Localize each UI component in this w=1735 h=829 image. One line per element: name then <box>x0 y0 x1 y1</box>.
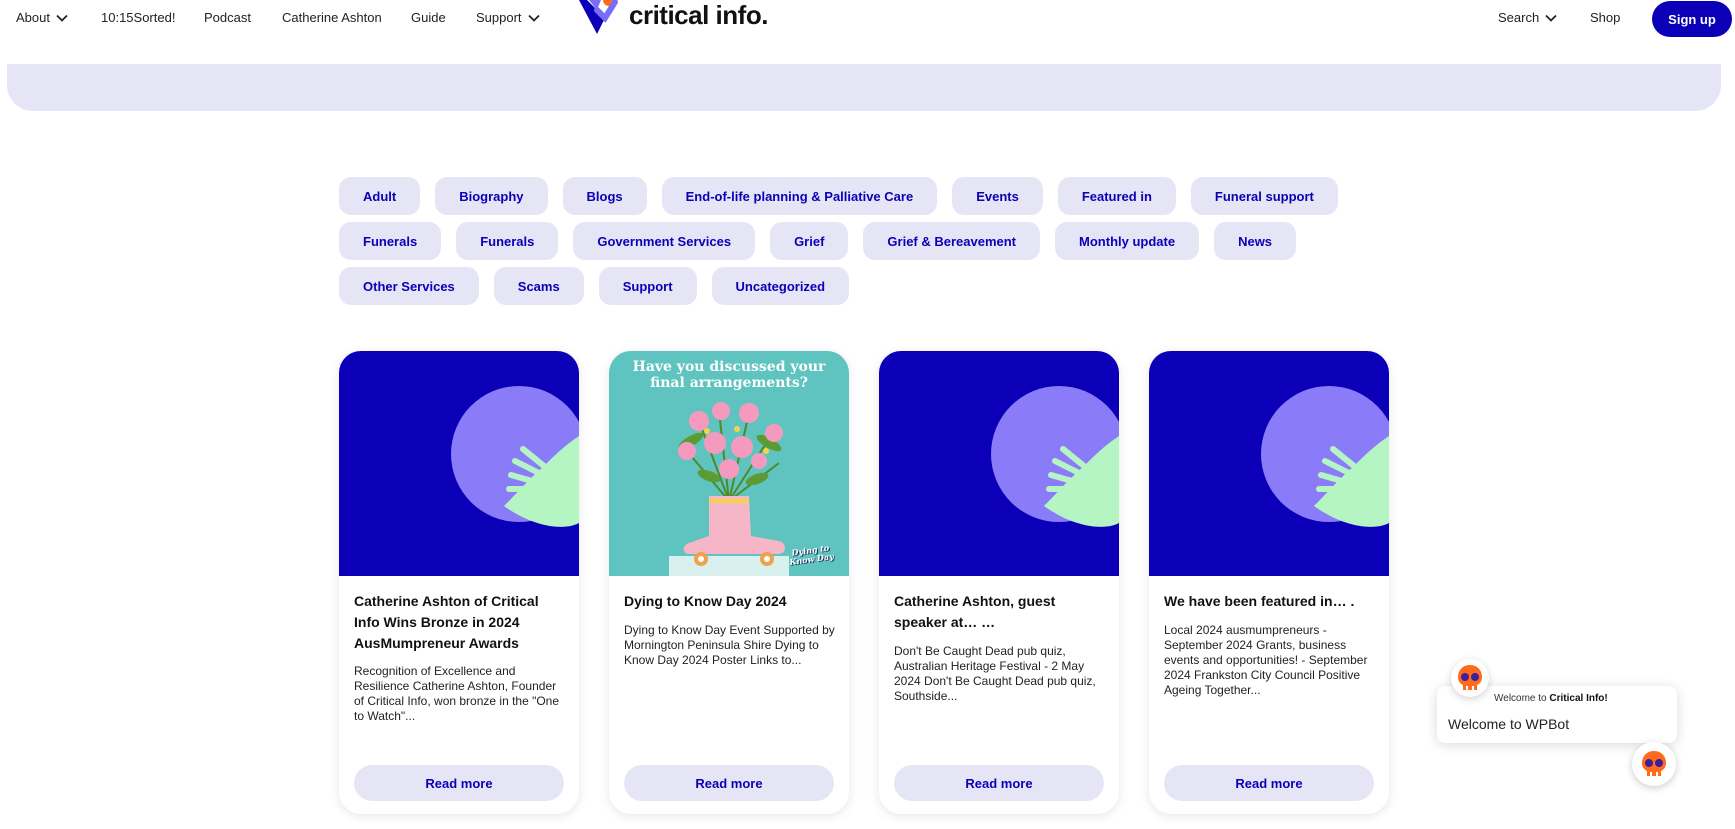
post-title[interactable]: Catherine Ashton, guest speaker at… … <box>894 591 1106 633</box>
category-chip-end-of-life[interactable]: End-of-life planning & Palliative Care <box>661 177 938 215</box>
category-chip-events[interactable]: Events <box>952 177 1043 215</box>
nav-search-label: Search <box>1498 10 1540 25</box>
category-chip-scams[interactable]: Scams <box>493 267 584 305</box>
nav-support[interactable]: Support <box>476 10 540 25</box>
skull-bot-icon <box>1458 665 1482 690</box>
nav-sorted[interactable]: 10:15Sorted! <box>101 10 175 25</box>
post-thumbnail[interactable] <box>879 351 1119 576</box>
post-card[interactable]: Catherine Ashton, guest speaker at… … Do… <box>879 351 1119 814</box>
read-more-button[interactable]: Read more <box>354 765 564 801</box>
category-chip-funerals[interactable]: Funerals <box>339 222 442 260</box>
read-more-button[interactable]: Read more <box>1164 765 1374 801</box>
logo-mark-icon <box>579 0 618 34</box>
chat-launcher-button[interactable] <box>1632 742 1676 786</box>
post-thumbnail[interactable]: Have you discussed your final arrangemen… <box>609 351 849 576</box>
category-chip-funerals-2[interactable]: Funerals <box>456 222 559 260</box>
chat-welcome-header: Welcome to Critical Info! <box>1494 693 1608 704</box>
nav-search[interactable]: Search <box>1498 10 1557 25</box>
post-card[interactable]: Catherine Ashton of Critical Info Wins B… <box>339 351 579 814</box>
read-more-button[interactable]: Read more <box>894 765 1104 801</box>
chat-welcome-brand: Critical Info! <box>1549 693 1608 704</box>
post-title[interactable]: Catherine Ashton of Critical Info Wins B… <box>354 591 566 654</box>
thumbnail-heading: Have you discussed your final arrangemen… <box>632 359 826 391</box>
category-chip-news[interactable]: News <box>1214 222 1297 260</box>
category-filter: Adult Biography Blogs End-of-life planni… <box>339 177 1419 305</box>
signup-button[interactable]: Sign up <box>1652 1 1732 37</box>
category-chip-other-services[interactable]: Other Services <box>339 267 479 305</box>
category-chip-biography[interactable]: Biography <box>435 177 548 215</box>
post-excerpt: Dying to Know Day Event Supported by Mor… <box>624 623 835 667</box>
read-more-button[interactable]: Read more <box>624 765 834 801</box>
category-chip-monthly-update[interactable]: Monthly update <box>1055 222 1200 260</box>
post-thumbnail[interactable] <box>339 351 579 576</box>
category-chip-blogs[interactable]: Blogs <box>562 177 647 215</box>
post-card[interactable]: We have been featured in… . Local 2024 a… <box>1149 351 1389 814</box>
category-chip-support[interactable]: Support <box>598 267 697 305</box>
site-logo[interactable]: critical info. <box>575 0 768 36</box>
skull-bot-icon <box>1642 751 1666 776</box>
chat-welcome-prefix: Welcome to <box>1494 693 1547 704</box>
category-chip-funeral-support[interactable]: Funeral support <box>1190 177 1338 215</box>
nav-catherine-ashton[interactable]: Catherine Ashton <box>282 10 382 25</box>
nav-about[interactable]: About <box>16 10 68 25</box>
post-title[interactable]: We have been featured in… . <box>1164 591 1376 612</box>
category-chip-featured-in[interactable]: Featured in <box>1057 177 1176 215</box>
post-excerpt: Don't Be Caught Dead pub quiz, Australia… <box>894 644 1096 703</box>
logo-text: critical info. <box>629 0 768 30</box>
top-navigation: About 10:15Sorted! Podcast Catherine Ash… <box>0 0 1735 40</box>
post-card[interactable]: Have you discussed your final arrangemen… <box>609 351 849 814</box>
chat-message: Welcome to WPBot <box>1448 716 1570 732</box>
chevron-down-icon <box>527 14 540 22</box>
category-chip-adult[interactable]: Adult <box>339 177 421 215</box>
category-chip-uncategorized[interactable]: Uncategorized <box>711 267 850 305</box>
post-excerpt: Recognition of Excellence and Resilience… <box>354 664 560 723</box>
category-chip-grief[interactable]: Grief <box>770 222 849 260</box>
nav-podcast[interactable]: Podcast <box>204 10 251 25</box>
post-title[interactable]: Dying to Know Day 2024 <box>624 591 836 612</box>
category-chip-grief-bereavement[interactable]: Grief & Bereavement <box>863 222 1041 260</box>
chevron-down-icon <box>56 14 68 22</box>
nav-support-label: Support <box>476 10 522 25</box>
nav-guide[interactable]: Guide <box>411 10 446 25</box>
nav-shop[interactable]: Shop <box>1590 10 1620 25</box>
category-chip-government-services[interactable]: Government Services <box>573 222 756 260</box>
post-thumbnail[interactable] <box>1149 351 1389 576</box>
post-excerpt: Local 2024 ausmumpreneurs - September 20… <box>1164 623 1368 697</box>
hero-banner <box>7 64 1721 111</box>
nav-about-label: About <box>16 10 50 25</box>
placeholder-hand-image <box>1149 351 1389 576</box>
chevron-down-icon <box>1545 14 1557 22</box>
placeholder-hand-image <box>339 351 579 576</box>
placeholder-hand-image <box>879 351 1119 576</box>
chat-bot-avatar <box>1451 659 1489 697</box>
